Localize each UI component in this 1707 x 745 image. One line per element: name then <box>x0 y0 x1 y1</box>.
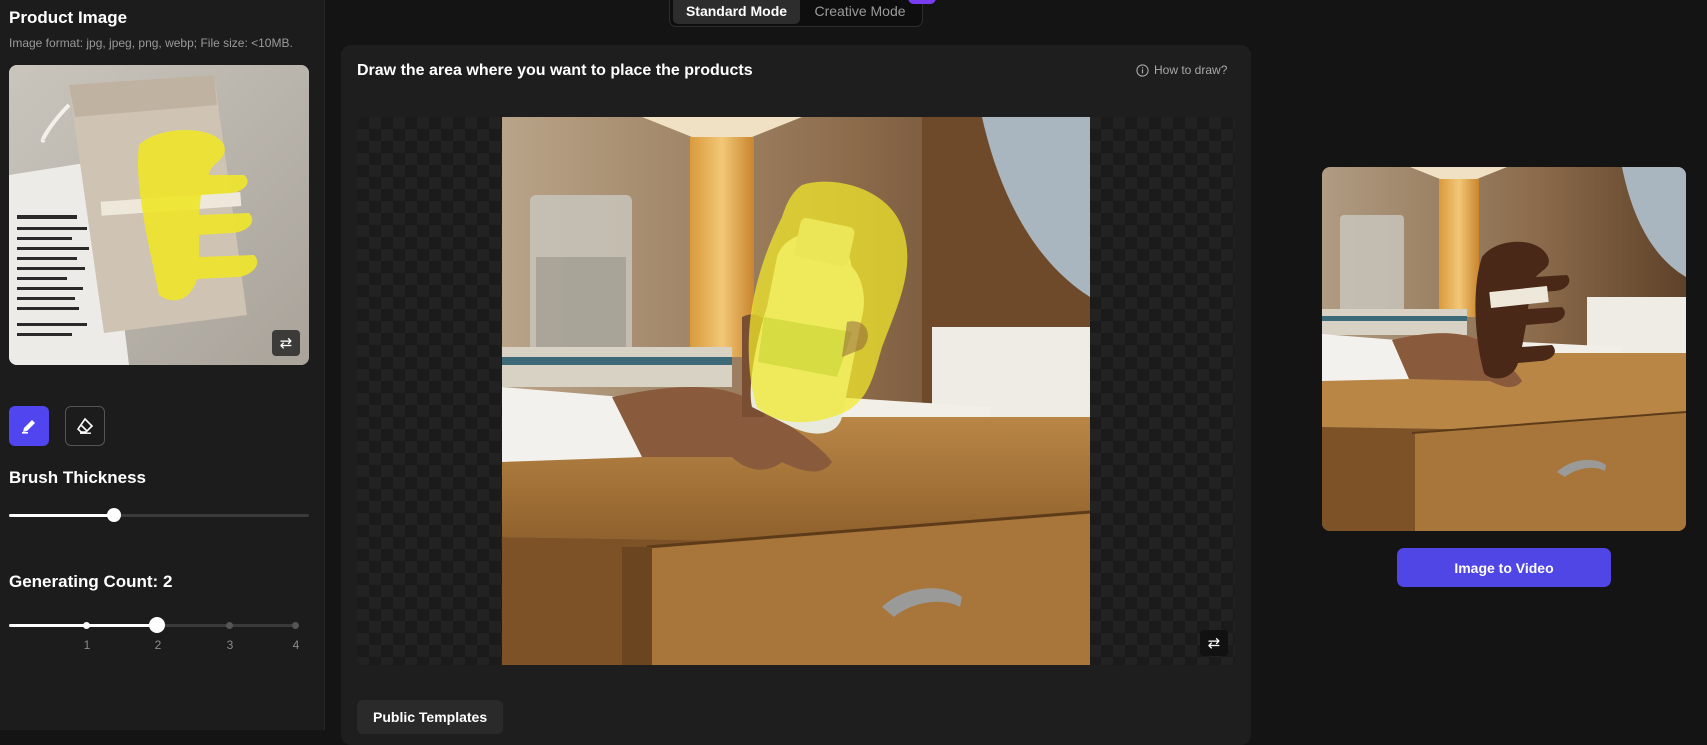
tick-label-4: 4 <box>292 638 300 652</box>
tick-label-1: 1 <box>83 638 91 652</box>
new-badge <box>908 0 936 4</box>
slider-fill <box>9 514 114 517</box>
brush-thickness-title: Brush Thickness <box>9 468 146 487</box>
result-illustration <box>1322 167 1686 531</box>
canvas-title: Draw the area where you want to place th… <box>357 62 753 79</box>
generating-count-slider[interactable]: 1 2 3 4 <box>9 617 299 652</box>
swap-icon[interactable]: ⇄ <box>1200 630 1228 656</box>
brush-thickness-slider[interactable] <box>9 508 309 522</box>
product-image-thumbnail[interactable]: ⇄ <box>9 65 309 365</box>
tick-dot-3[interactable] <box>226 622 233 629</box>
mode-switch: Standard Mode Creative Mode <box>669 0 923 27</box>
tick-dot-1[interactable] <box>83 622 90 629</box>
tab-creative-mode[interactable]: Creative Mode <box>801 0 919 24</box>
tick-dot-4[interactable] <box>292 622 299 629</box>
how-to-draw-link[interactable]: How to draw? <box>1136 63 1227 77</box>
scene-photo <box>502 117 1090 665</box>
how-to-draw-label: How to draw? <box>1154 63 1228 77</box>
brush-icon <box>22 420 35 434</box>
eraser-tool-button[interactable] <box>65 406 105 446</box>
brush-tool-button[interactable] <box>9 406 49 446</box>
result-image[interactable] <box>1322 167 1686 531</box>
tick-label-2: 2 <box>154 638 162 652</box>
slider-knob[interactable] <box>149 617 165 633</box>
eraser-icon <box>76 417 94 434</box>
drawing-canvas[interactable]: ⇄ <box>357 117 1235 665</box>
scene-illustration <box>502 117 1090 665</box>
slider-knob[interactable] <box>107 508 121 522</box>
product-image-title: Product Image <box>9 8 128 27</box>
image-to-video-button[interactable]: Image to Video <box>1397 548 1611 587</box>
format-hint: Image format: jpg, jpeg, png, webp; File… <box>9 36 293 50</box>
public-templates-button[interactable]: Public Templates <box>357 700 504 734</box>
info-icon <box>1136 63 1149 77</box>
product-image-illustration <box>9 65 309 365</box>
swap-icon[interactable]: ⇄ <box>272 330 300 356</box>
generating-count-title: Generating Count: 2 <box>9 572 173 591</box>
tab-standard-mode[interactable]: Standard Mode <box>673 0 800 24</box>
tick-label-3: 3 <box>226 638 234 652</box>
